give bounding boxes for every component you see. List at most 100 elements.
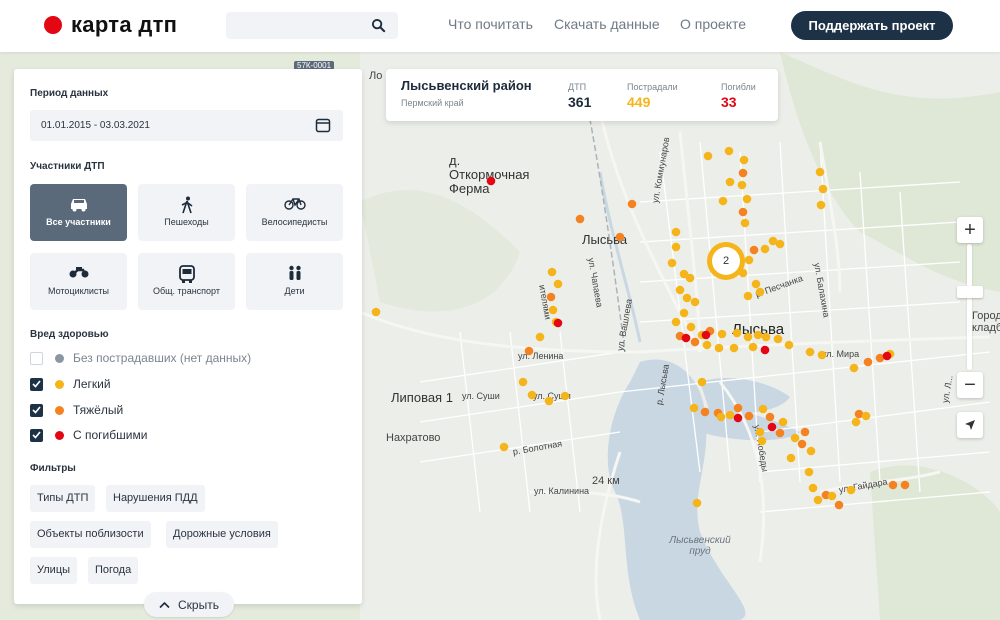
accident-marker-light[interactable] bbox=[786, 453, 796, 463]
zoom-slider-handle[interactable] bbox=[957, 286, 983, 298]
accident-marker-dead[interactable] bbox=[733, 413, 743, 423]
filter-nearby-objects[interactable]: Объекты поблизости bbox=[30, 521, 151, 548]
harm-heavy-checkbox[interactable] bbox=[30, 403, 43, 417]
accident-marker-light[interactable] bbox=[846, 485, 856, 495]
harm-light-checkbox[interactable] bbox=[30, 377, 43, 391]
date-range-input[interactable]: 01.01.2015 - 03.03.2021 bbox=[30, 110, 343, 141]
accident-marker-light[interactable] bbox=[690, 297, 700, 307]
nav-download[interactable]: Скачать данные bbox=[554, 16, 660, 32]
filter-dtp-types[interactable]: Типы ДТП bbox=[30, 485, 96, 512]
accident-marker-dead[interactable] bbox=[760, 345, 770, 355]
accident-marker-heavy[interactable] bbox=[738, 168, 748, 178]
participant-children[interactable]: Дети bbox=[246, 253, 343, 310]
accident-marker-heavy[interactable] bbox=[749, 245, 759, 255]
accident-marker-light[interactable] bbox=[751, 279, 761, 289]
accident-marker-light[interactable] bbox=[685, 273, 695, 283]
accident-marker-light[interactable] bbox=[544, 396, 554, 406]
accident-marker-dead[interactable] bbox=[486, 176, 496, 186]
accident-marker-light[interactable] bbox=[527, 390, 537, 400]
accident-marker-light[interactable] bbox=[737, 180, 747, 190]
accident-marker-light[interactable] bbox=[758, 404, 768, 414]
accident-marker-light[interactable] bbox=[742, 194, 752, 204]
accident-marker-heavy[interactable] bbox=[546, 292, 556, 302]
accident-marker-light[interactable] bbox=[790, 433, 800, 443]
accident-marker-light[interactable] bbox=[773, 334, 783, 344]
accident-marker-light[interactable] bbox=[535, 332, 545, 342]
harm-none-checkbox[interactable] bbox=[30, 351, 43, 365]
locate-button[interactable] bbox=[957, 412, 983, 438]
accident-marker-heavy[interactable] bbox=[888, 480, 898, 490]
accident-marker-light[interactable] bbox=[743, 291, 753, 301]
accident-marker-light[interactable] bbox=[743, 332, 753, 342]
accident-marker-light[interactable] bbox=[851, 417, 861, 427]
accident-marker-light[interactable] bbox=[818, 184, 828, 194]
accident-marker-light[interactable] bbox=[849, 363, 859, 373]
support-button[interactable]: Поддержать проект bbox=[791, 11, 953, 40]
accident-marker-light[interactable] bbox=[784, 340, 794, 350]
accident-marker-light[interactable] bbox=[717, 329, 727, 339]
accident-marker-light[interactable] bbox=[675, 285, 685, 295]
nav-about[interactable]: О проекте bbox=[680, 16, 746, 32]
zoom-slider-track[interactable] bbox=[967, 244, 972, 370]
accident-marker-light[interactable] bbox=[518, 377, 528, 387]
filter-streets[interactable]: Улицы bbox=[30, 557, 78, 584]
accident-marker-light[interactable] bbox=[692, 498, 702, 508]
accident-marker-light[interactable] bbox=[753, 330, 763, 340]
accident-marker-light[interactable] bbox=[805, 347, 815, 357]
accident-marker-light[interactable] bbox=[714, 343, 724, 353]
hide-sidebar-button[interactable]: Скрыть bbox=[144, 592, 234, 617]
accident-marker-light[interactable] bbox=[671, 242, 681, 252]
accident-marker-light[interactable] bbox=[718, 196, 728, 206]
accident-marker-light[interactable] bbox=[689, 403, 699, 413]
accident-marker-heavy[interactable] bbox=[524, 346, 534, 356]
accident-marker-heavy[interactable] bbox=[800, 427, 810, 437]
harm-dead-row[interactable]: С погибшими bbox=[30, 427, 147, 443]
accident-marker-light[interactable] bbox=[748, 342, 758, 352]
accident-marker-heavy[interactable] bbox=[690, 337, 700, 347]
participant-public-transport[interactable]: Общ. транспорт bbox=[138, 253, 235, 310]
harm-heavy-row[interactable]: Тяжёлый bbox=[30, 402, 123, 418]
participant-pedestrians[interactable]: Пешеходы bbox=[138, 184, 235, 241]
accident-marker-dead[interactable] bbox=[701, 330, 711, 340]
filter-road-conditions[interactable]: Дорожные условия bbox=[166, 521, 278, 548]
accident-marker-heavy[interactable] bbox=[627, 199, 637, 209]
search-input[interactable] bbox=[226, 12, 398, 39]
accident-marker-light[interactable] bbox=[729, 343, 739, 353]
filter-weather[interactable]: Погода bbox=[88, 557, 139, 584]
accident-marker-light[interactable] bbox=[739, 155, 749, 165]
accident-marker-heavy[interactable] bbox=[744, 411, 754, 421]
accident-marker-light[interactable] bbox=[757, 436, 767, 446]
accident-marker-heavy[interactable] bbox=[834, 500, 844, 510]
accident-marker-light[interactable] bbox=[861, 411, 871, 421]
accident-marker-heavy[interactable] bbox=[863, 357, 873, 367]
accident-marker-light[interactable] bbox=[755, 427, 765, 437]
accident-marker-light[interactable] bbox=[806, 446, 816, 456]
nav-reading[interactable]: Что почитать bbox=[448, 16, 533, 32]
accident-marker-light[interactable] bbox=[671, 227, 681, 237]
accident-marker-heavy[interactable] bbox=[797, 439, 807, 449]
harm-none-row[interactable]: Без пострадавших (нет данных) bbox=[30, 350, 251, 366]
accident-marker-light[interactable] bbox=[760, 244, 770, 254]
accident-cluster[interactable]: 2 bbox=[707, 242, 745, 280]
accident-marker-heavy[interactable] bbox=[765, 412, 775, 422]
participant-motorcyclists[interactable]: Мотоциклисты bbox=[30, 253, 127, 310]
zoom-in-button[interactable]: + bbox=[957, 217, 983, 243]
accident-marker-dead[interactable] bbox=[553, 318, 563, 328]
search-icon[interactable] bbox=[371, 18, 386, 33]
accident-marker-dead[interactable] bbox=[882, 351, 892, 361]
accident-marker-light[interactable] bbox=[816, 200, 826, 210]
accident-marker-light[interactable] bbox=[667, 258, 677, 268]
accident-marker-light[interactable] bbox=[560, 391, 570, 401]
logo[interactable]: карта дтп bbox=[44, 12, 177, 38]
accident-marker-light[interactable] bbox=[702, 340, 712, 350]
accident-marker-heavy[interactable] bbox=[900, 480, 910, 490]
calendar-icon[interactable] bbox=[315, 117, 331, 133]
accident-marker-light[interactable] bbox=[548, 305, 558, 315]
harm-dead-checkbox[interactable] bbox=[30, 428, 43, 442]
accident-marker-light[interactable] bbox=[703, 151, 713, 161]
accident-marker-light[interactable] bbox=[547, 267, 557, 277]
filter-violations[interactable]: Нарушения ПДД bbox=[106, 485, 205, 512]
accident-marker-light[interactable] bbox=[761, 332, 771, 342]
accident-marker-light[interactable] bbox=[725, 177, 735, 187]
accident-marker-light[interactable] bbox=[671, 317, 681, 327]
